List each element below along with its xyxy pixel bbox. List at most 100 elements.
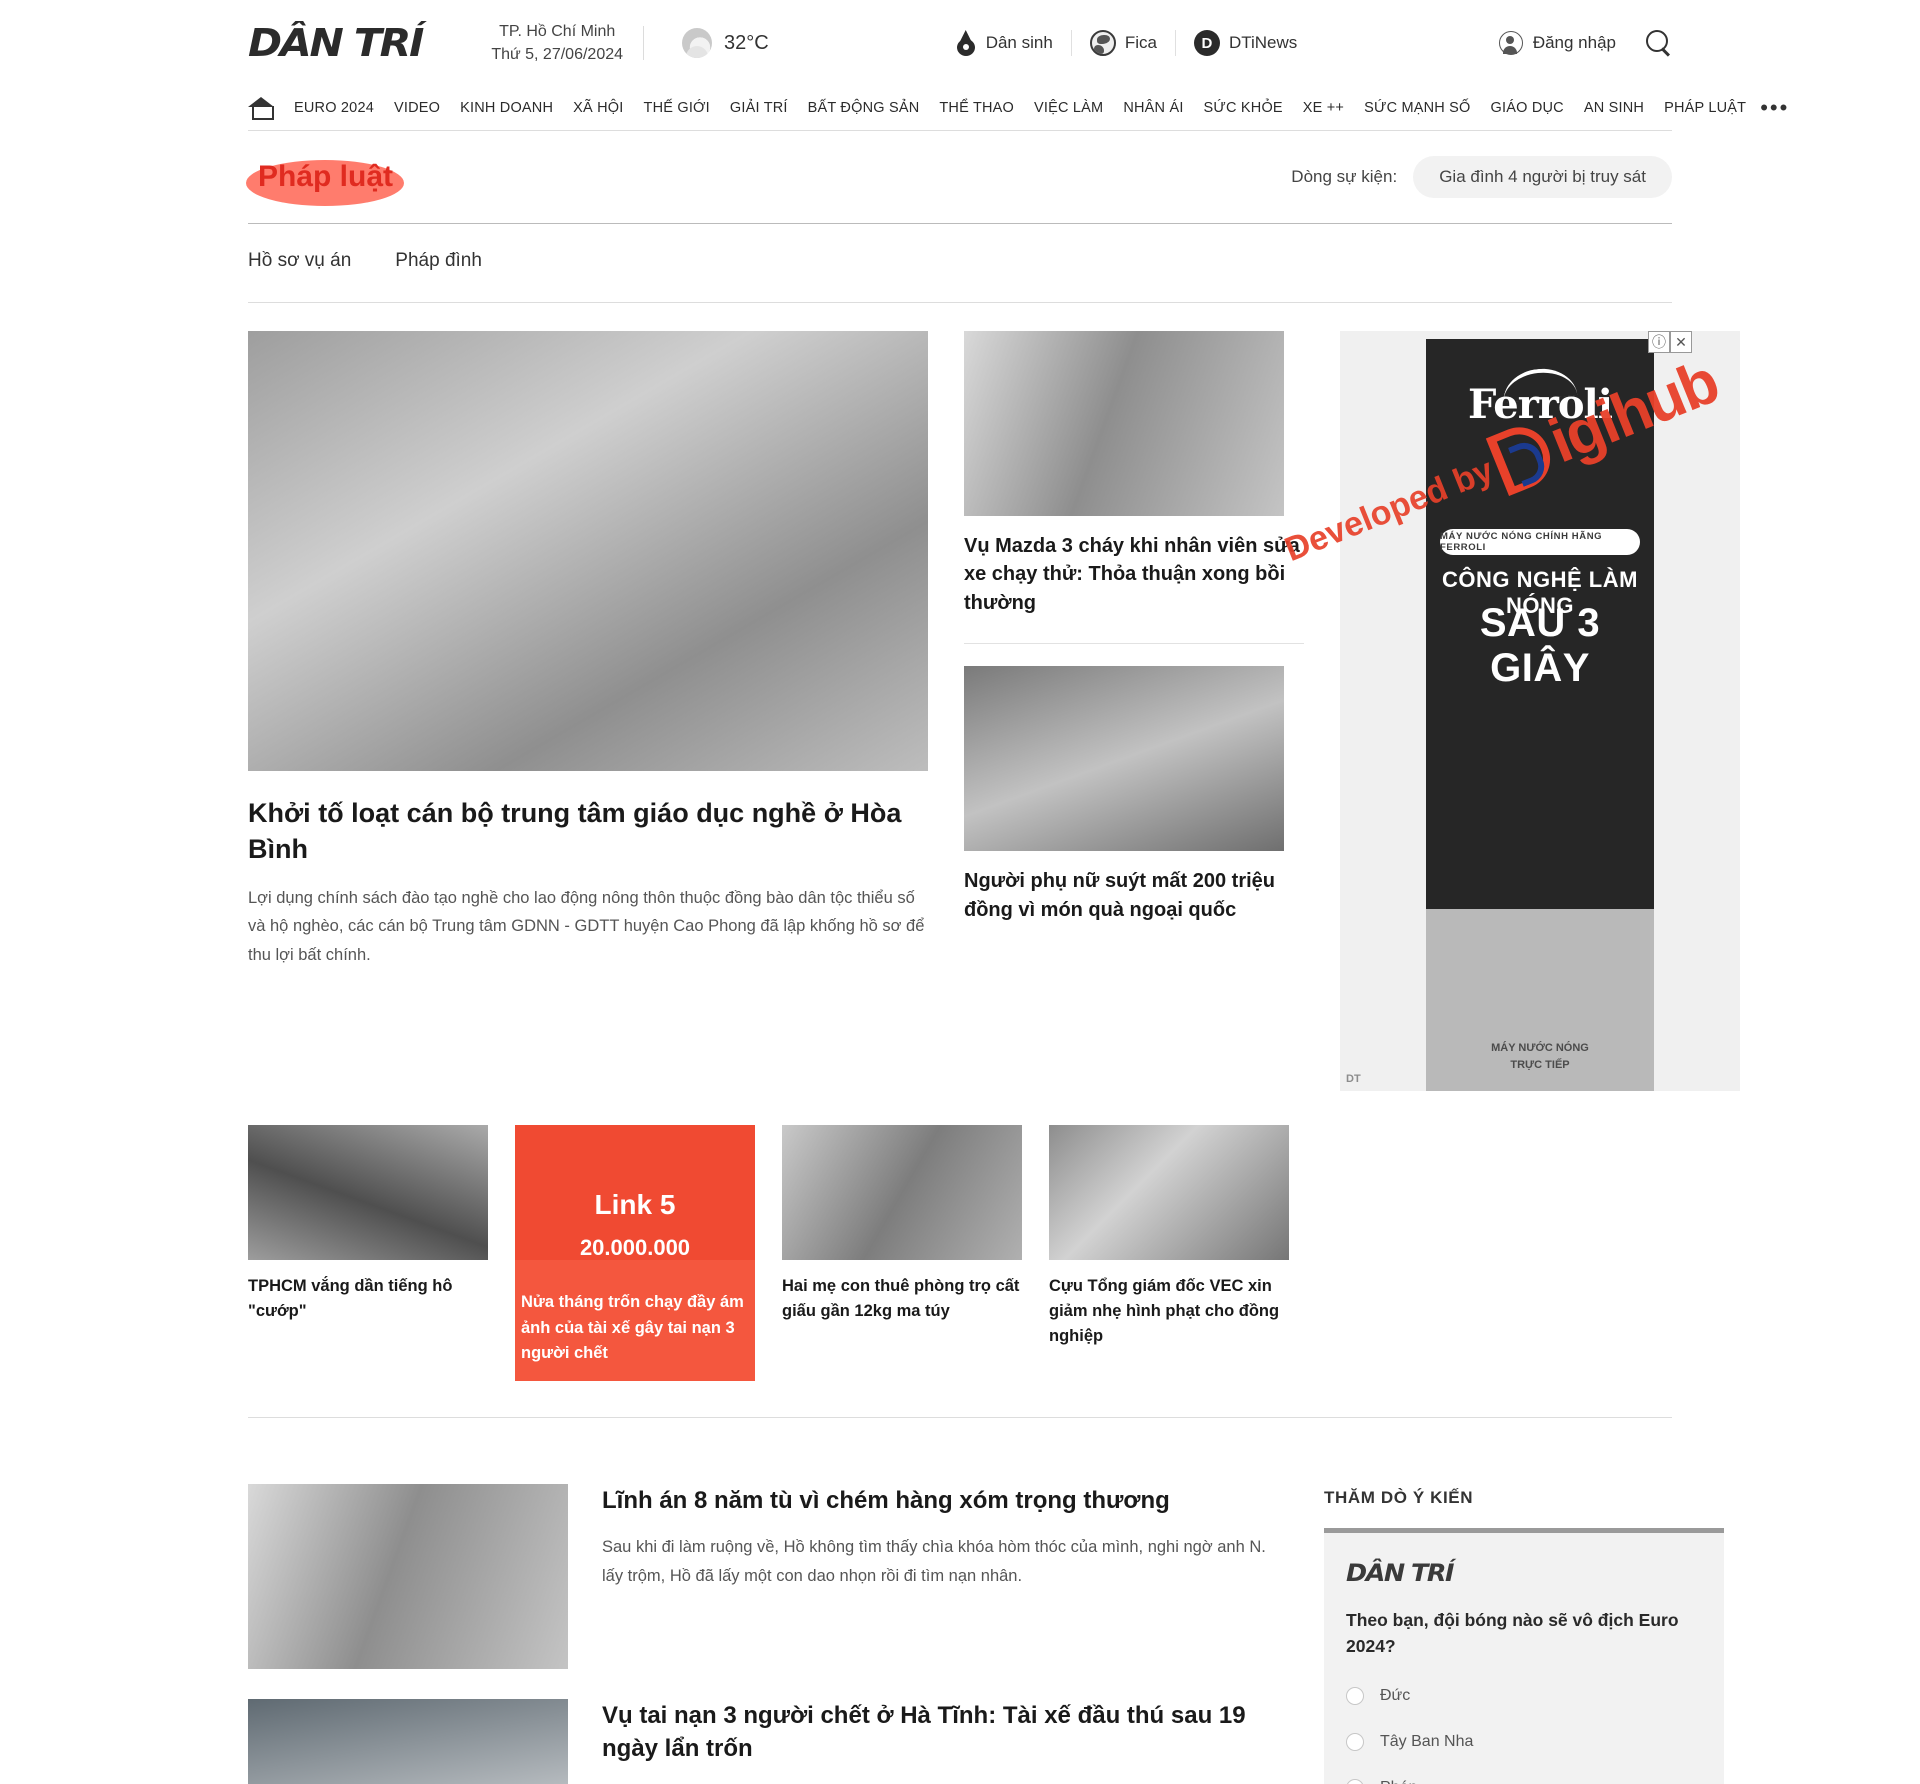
card-title[interactable]: Cựu Tổng giám đốc VEC xin giảm nhẹ hình … [1049, 1274, 1289, 1348]
brand-link-label: Dân sinh [985, 33, 1053, 52]
card-item-1[interactable]: TPHCM vắng dần tiếng hô "cướp" [248, 1125, 488, 1381]
brand-links: Dân sinh Fica D DTiNews [955, 30, 1297, 56]
mid-card-title[interactable]: Người phụ nữ suýt mất 200 triệu đồng vì … [964, 867, 1304, 924]
date-label: Thứ 5, 27/06/2024 [491, 46, 624, 63]
brand-link-dan-sinh[interactable]: Dân sinh [955, 30, 1053, 56]
section-header: Pháp luật Dòng sự kiện: Gia đình 4 người… [248, 131, 1672, 223]
poll-option-label: Đức [1380, 1687, 1411, 1705]
ad-top-panel: Ferroli MÁY NƯỚC NÓNG CHÍNH HÃNG FERROLI… [1426, 339, 1654, 909]
hero-title[interactable]: Khởi tố loạt cán bộ trung tâm giáo dục n… [248, 795, 928, 868]
nav-item-xe[interactable]: XE ++ [1303, 100, 1344, 116]
nav-item-euro-2024[interactable]: EURO 2024 [294, 100, 374, 116]
mid-divider [964, 643, 1304, 645]
info-icon[interactable]: ⓘ [1648, 331, 1670, 353]
login-label: Đăng nhập [1532, 33, 1616, 52]
advertisement[interactable]: ⓘ ✕ Ferroli MÁY NƯỚC NÓNG CHÍNH HÃNG FER… [1340, 331, 1740, 1091]
list-item[interactable]: Vụ tai nạn 3 người chết ở Hà Tĩnh: Tài x… [248, 1669, 1288, 1784]
user-icon [1498, 31, 1523, 55]
promo-banner: Link 5 20.000.000 [515, 1125, 755, 1260]
hero-image[interactable] [248, 331, 928, 771]
list-item[interactable]: Lĩnh án 8 năm tù vì chém hàng xóm trọng … [248, 1454, 1288, 1669]
nav-item-xa-hoi[interactable]: XÃ HỘI [573, 100, 623, 116]
nav-item-suc-khoe[interactable]: SỨC KHỎE [1204, 100, 1283, 116]
ad-pill-text: MÁY NƯỚC NÓNG CHÍNH HÃNG FERROLI [1440, 529, 1640, 555]
ad-creative[interactable]: Ferroli MÁY NƯỚC NÓNG CHÍNH HÃNG FERROLI… [1426, 339, 1654, 1091]
nav-item-kinh-doanh[interactable]: KINH DOANH [460, 100, 553, 116]
header-actions: Đăng nhập [1498, 30, 1672, 56]
page-title: Pháp luật [258, 160, 394, 193]
bottom-grid: Lĩnh án 8 năm tù vì chém hàng xóm trọng … [0, 1454, 1920, 1784]
card-item-4[interactable]: Cựu Tổng giám đốc VEC xin giảm nhẹ hình … [1049, 1125, 1289, 1381]
radio-icon[interactable] [1346, 1733, 1364, 1752]
site-logo[interactable]: DÂN TRÍ [248, 21, 424, 65]
radio-icon[interactable] [1346, 1687, 1364, 1706]
droplet-pen-icon [955, 30, 977, 56]
mid-card-1[interactable]: Vụ Mazda 3 cháy khi nhân viên sửa xe chạ… [964, 331, 1304, 617]
article-title[interactable]: Vụ tai nạn 3 người chết ở Hà Tĩnh: Tài x… [602, 1699, 1288, 1766]
subnav-item-ho-so-vu-an[interactable]: Hồ sơ vụ án [248, 250, 351, 272]
card-item-3[interactable]: Hai mẹ con thuê phòng trọ cất giấu gần 1… [782, 1125, 1022, 1381]
section-wrap: Pháp luật Dòng sự kiện: Gia đình 4 người… [0, 130, 1920, 303]
article-title[interactable]: Lĩnh án 8 năm tù vì chém hàng xóm trọng … [602, 1484, 1288, 1518]
hero-summary: Lợi dụng chính sách đào tạo nghề cho lao… [248, 888, 925, 964]
radio-icon[interactable] [1346, 1779, 1364, 1784]
ad-footer-line-2: TRỰC TIẾP [1510, 1058, 1570, 1071]
main-grid: Khởi tố loạt cán bộ trung tâm giáo dục n… [0, 303, 1920, 1091]
article-image[interactable] [248, 1483, 568, 1669]
nav-item-an-sinh[interactable]: AN SINH [1584, 100, 1644, 116]
sub-nav: Hồ sơ vụ án Pháp đình [248, 224, 1672, 302]
poll-option-tay-ban-nha[interactable]: Tây Ban Nha [1346, 1733, 1702, 1752]
hero-article[interactable]: Khởi tố loạt cán bộ trung tâm giáo dục n… [248, 331, 928, 1091]
nav-item-the-thao[interactable]: THỂ THAO [939, 100, 1014, 116]
nav-item-the-gioi[interactable]: THẾ GIỚI [644, 100, 710, 116]
card-image[interactable] [248, 1125, 488, 1260]
event-line-label: Dòng sự kiện: [1291, 167, 1398, 186]
nav-item-giai-tri[interactable]: GIẢI TRÍ [730, 100, 788, 116]
home-icon[interactable] [248, 96, 274, 120]
poll-option-duc[interactable]: Đức [1346, 1687, 1702, 1706]
card-title[interactable]: Hai mẹ con thuê phòng trọ cất giấu gần 1… [782, 1274, 1022, 1324]
poll-box: DÂN TRÍ Theo bạn, đội bóng nào sẽ vô địc… [1324, 1527, 1724, 1784]
nav-item-nhan-ai[interactable]: NHÂN ÁI [1123, 100, 1183, 116]
weather-widget: 32°C [682, 28, 769, 58]
search-icon[interactable] [1646, 30, 1672, 56]
brand-link-fica[interactable]: Fica [1089, 30, 1157, 56]
header-divider [643, 26, 645, 60]
ellipsis-icon[interactable]: ••• [1760, 97, 1789, 119]
article-text: Vụ tai nạn 3 người chết ở Hà Tĩnh: Tài x… [602, 1699, 1288, 1784]
article-image[interactable] [248, 1698, 568, 1784]
poll-option-phap[interactable]: Pháp [1346, 1779, 1702, 1784]
event-chip[interactable]: Gia đình 4 người bị truy sát [1413, 156, 1672, 198]
nav-item-bat-dong-san[interactable]: BẤT ĐỘNG SẢN [808, 100, 920, 116]
brand-link-label: Fica [1124, 33, 1157, 52]
bottom-article-list: Lĩnh án 8 năm tù vì chém hàng xóm trọng … [248, 1454, 1288, 1784]
subnav-item-phap-dinh[interactable]: Pháp đình [395, 250, 482, 272]
close-icon[interactable]: ✕ [1670, 331, 1692, 353]
nav-item-suc-manh-so[interactable]: SỨC MẠNH SỐ [1364, 100, 1470, 116]
ad-controls: ⓘ ✕ [1648, 331, 1692, 353]
temperature-label: 32°C [724, 31, 769, 54]
article-text: Lĩnh án 8 năm tù vì chém hàng xóm trọng … [602, 1484, 1288, 1669]
mid-card-image[interactable] [964, 331, 1284, 516]
card-image[interactable] [782, 1125, 1022, 1260]
globe-icon [1089, 30, 1116, 56]
promo-title[interactable]: Nửa tháng trốn chạy đầy ám ảnh của tài x… [515, 1260, 755, 1367]
nav-item-viec-lam[interactable]: VIỆC LÀM [1034, 100, 1103, 116]
poll-option-label: Pháp [1380, 1779, 1417, 1784]
ad-line-3: SAU 3 GIÂY [1479, 601, 1601, 690]
promo-amount: 20.000.000 [579, 1235, 691, 1260]
mid-column: Vụ Mazda 3 cháy khi nhân viên sửa xe chạ… [964, 331, 1304, 1091]
mid-card-image[interactable] [964, 666, 1284, 852]
nav-item-phap-luat[interactable]: PHÁP LUẬT [1664, 100, 1746, 116]
card-image[interactable] [1049, 1125, 1289, 1260]
ad-corner-tag: DT [1346, 1073, 1361, 1085]
nav-item-giao-duc[interactable]: GIÁO DỤC [1491, 100, 1564, 116]
nav-item-video[interactable]: VIDEO [394, 100, 440, 116]
mid-card-2[interactable]: Người phụ nữ suýt mất 200 triệu đồng vì … [964, 666, 1304, 924]
brand-divider [1070, 30, 1072, 56]
brand-link-dtinews[interactable]: D DTiNews [1193, 30, 1297, 56]
mid-card-title[interactable]: Vụ Mazda 3 cháy khi nhân viên sửa xe chạ… [964, 532, 1304, 617]
card-title[interactable]: TPHCM vắng dần tiếng hô "cướp" [248, 1274, 488, 1324]
login-button[interactable]: Đăng nhập [1498, 31, 1616, 55]
promo-card[interactable]: Link 5 20.000.000 Nửa tháng trốn chạy đầ… [515, 1125, 755, 1381]
